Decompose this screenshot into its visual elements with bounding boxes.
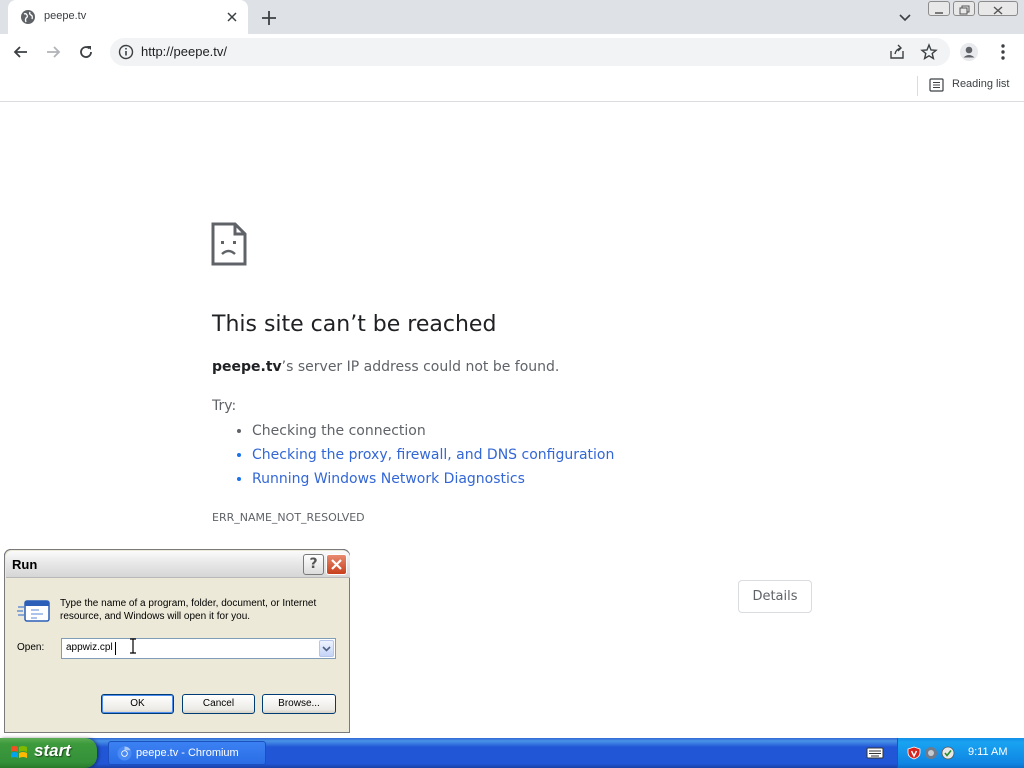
error-message-rest: ’s server IP address could not be found. xyxy=(281,359,560,375)
taskbar-item-chromium[interactable]: peepe.tv - Chromium xyxy=(108,741,266,765)
chromium-icon xyxy=(117,746,132,761)
address-bar[interactable]: http://peepe.tv/ xyxy=(110,38,950,66)
browse-button[interactable]: Browse... xyxy=(262,694,336,714)
back-arrow-icon[interactable] xyxy=(11,42,31,62)
suggestion-check-connection: Checking the connection xyxy=(252,422,614,446)
suggestion-list: Checking the connection Checking the pro… xyxy=(232,422,614,494)
menu-kebab-icon[interactable] xyxy=(993,42,1013,62)
network-icon[interactable] xyxy=(924,746,938,760)
sad-page-icon xyxy=(211,222,247,266)
bookmark-star-icon[interactable] xyxy=(920,43,938,61)
ok-button[interactable]: OK xyxy=(101,694,174,714)
cancel-button[interactable]: Cancel xyxy=(182,694,255,714)
close-icon xyxy=(993,6,1003,15)
text-caret xyxy=(115,642,116,655)
share-icon[interactable] xyxy=(888,43,906,61)
reload-icon[interactable] xyxy=(76,42,96,62)
forward-arrow-icon[interactable] xyxy=(43,42,63,62)
restore-button[interactable] xyxy=(953,1,975,16)
minimize-icon xyxy=(935,12,943,14)
error-message: peepe.tv’s server IP address could not b… xyxy=(212,359,559,375)
start-label: start xyxy=(34,741,71,760)
run-title: Run xyxy=(12,557,38,572)
start-button[interactable]: start xyxy=(0,738,97,768)
run-description: Type the name of a program, folder, docu… xyxy=(60,598,317,622)
clock: 9:11 AM xyxy=(968,746,1008,758)
close-icon xyxy=(331,559,342,570)
details-button[interactable]: Details xyxy=(738,580,812,613)
restore-icon xyxy=(959,5,970,15)
tab-strip: peepe.tv xyxy=(0,0,1024,34)
new-tab-icon[interactable] xyxy=(259,8,279,28)
open-combobox[interactable]: appwiz.cpl xyxy=(61,638,336,659)
minimize-button[interactable] xyxy=(928,1,950,16)
tab-peepe[interactable]: peepe.tv xyxy=(8,0,248,34)
open-dropdown-button[interactable] xyxy=(319,640,334,657)
tab-title: peepe.tv xyxy=(44,10,87,22)
taskbar: start peepe.tv - Chromium 9:11 AM xyxy=(0,738,1024,768)
profile-icon[interactable] xyxy=(959,42,979,62)
bookmarks-separator xyxy=(917,76,918,96)
shield-icon[interactable] xyxy=(907,746,921,760)
run-dialog-frame: Run ? Type the name of a program, folder… xyxy=(4,549,350,733)
taskbar-item-label: peepe.tv - Chromium xyxy=(136,747,239,759)
url-text: http://peepe.tv/ xyxy=(141,44,228,59)
info-icon[interactable] xyxy=(118,44,134,60)
run-close-button[interactable] xyxy=(326,554,347,575)
suggestion-proxy-link[interactable]: Checking the proxy, firewall, and DNS co… xyxy=(252,446,614,470)
open-label: Open: xyxy=(17,642,45,653)
keyboard-icon[interactable] xyxy=(866,746,884,760)
error-title: This site can’t be reached xyxy=(212,312,497,337)
run-dialog: Run ? Type the name of a program, folder… xyxy=(4,549,350,733)
ibeam-cursor-icon xyxy=(130,638,136,654)
close-tab-icon[interactable] xyxy=(224,9,240,25)
browser-toolbar: http://peepe.tv/ xyxy=(0,34,1024,70)
windows-flag-icon xyxy=(11,746,27,758)
run-program-icon xyxy=(17,600,50,622)
close-window-button[interactable] xyxy=(978,1,1018,16)
error-code: ERR_NAME_NOT_RESOLVED xyxy=(212,511,365,524)
try-label: Try: xyxy=(212,398,237,414)
system-tray: 9:11 AM xyxy=(897,738,1024,768)
help-button[interactable]: ? xyxy=(303,554,324,575)
suggestion-diagnostics-link[interactable]: Running Windows Network Diagnostics xyxy=(252,470,614,494)
security-check-icon[interactable] xyxy=(941,746,955,760)
run-titlebar[interactable]: Run ? xyxy=(6,551,350,578)
chevron-down-icon xyxy=(322,646,331,652)
reading-list-icon xyxy=(929,78,944,92)
error-host: peepe.tv xyxy=(212,359,282,375)
globe-icon xyxy=(21,10,35,24)
chevron-down-icon[interactable] xyxy=(896,8,914,26)
bookmarks-bar: Reading list xyxy=(0,70,1024,102)
open-input-value[interactable]: appwiz.cpl xyxy=(66,642,113,653)
reading-list-label: Reading list xyxy=(952,78,1010,90)
